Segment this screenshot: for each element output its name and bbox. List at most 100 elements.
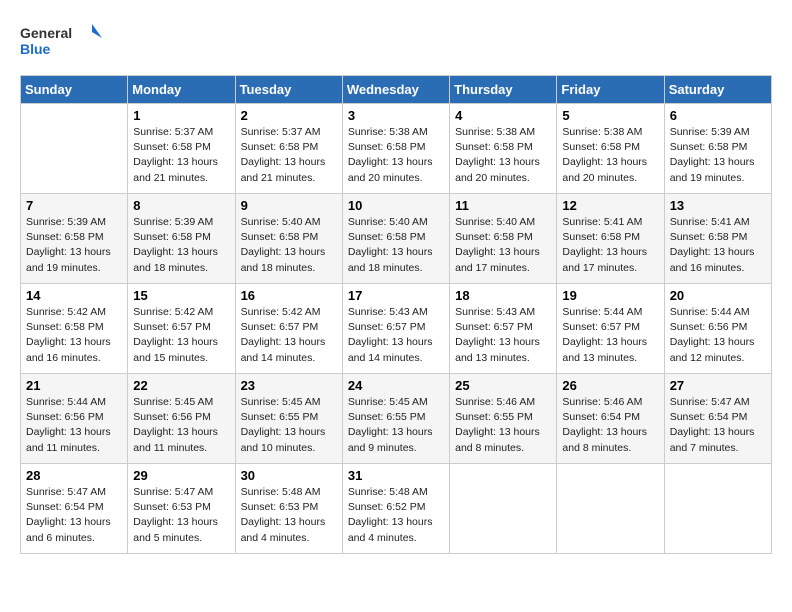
day-info: Sunrise: 5:42 AMSunset: 6:57 PMDaylight:… bbox=[133, 305, 229, 366]
calendar-cell bbox=[557, 464, 664, 554]
day-number: 27 bbox=[670, 378, 766, 393]
day-info: Sunrise: 5:40 AMSunset: 6:58 PMDaylight:… bbox=[348, 215, 444, 276]
calendar-cell: 27Sunrise: 5:47 AMSunset: 6:54 PMDayligh… bbox=[664, 374, 771, 464]
weekday-header: Monday bbox=[128, 76, 235, 104]
day-number: 8 bbox=[133, 198, 229, 213]
day-number: 23 bbox=[241, 378, 337, 393]
day-number: 22 bbox=[133, 378, 229, 393]
day-info: Sunrise: 5:41 AMSunset: 6:58 PMDaylight:… bbox=[670, 215, 766, 276]
day-number: 11 bbox=[455, 198, 551, 213]
calendar-cell: 17 Sunrise: 5:43 AMSunset: 6:57 PMDayligh… bbox=[342, 284, 449, 374]
day-number: 28 bbox=[26, 468, 122, 483]
calendar-cell bbox=[21, 104, 128, 194]
day-number: 13 bbox=[670, 198, 766, 213]
calendar-cell: 3 Sunrise: 5:38 AMSunset: 6:58 PMDaylight… bbox=[342, 104, 449, 194]
day-info: Sunrise: 5:44 AMSunset: 6:56 PMDaylight:… bbox=[670, 305, 766, 366]
day-info: Sunrise: 5:47 AMSunset: 6:54 PMDaylight:… bbox=[26, 485, 122, 546]
weekday-header: Tuesday bbox=[235, 76, 342, 104]
weekday-header: Wednesday bbox=[342, 76, 449, 104]
day-number: 26 bbox=[562, 378, 658, 393]
calendar-cell: 28 Sunrise: 5:47 AMSunset: 6:54 PMDayligh… bbox=[21, 464, 128, 554]
calendar-table: SundayMondayTuesdayWednesdayThursdayFrid… bbox=[20, 75, 772, 554]
day-info: Sunrise: 5:40 AMSunset: 6:58 PMDaylight:… bbox=[241, 215, 337, 276]
calendar-cell: 1 Sunrise: 5:37 AMSunset: 6:58 PMDaylight… bbox=[128, 104, 235, 194]
day-number: 17 bbox=[348, 288, 444, 303]
day-info: Sunrise: 5:43 AMSunset: 6:57 PMDaylight:… bbox=[348, 305, 444, 366]
day-number: 3 bbox=[348, 108, 444, 123]
calendar-cell: 24 Sunrise: 5:45 AMSunset: 6:55 PMDayligh… bbox=[342, 374, 449, 464]
day-number: 7 bbox=[26, 198, 122, 213]
day-info: Sunrise: 5:44 AMSunset: 6:56 PMDaylight:… bbox=[26, 395, 122, 456]
day-info: Sunrise: 5:48 AMSunset: 6:52 PMDaylight:… bbox=[348, 485, 444, 546]
logo-svg: GeneralBlue bbox=[20, 20, 110, 65]
calendar-cell bbox=[450, 464, 557, 554]
day-info: Sunrise: 5:48 AMSunset: 6:53 PMDaylight:… bbox=[241, 485, 337, 546]
day-info: Sunrise: 5:46 AMSunset: 6:54 PMDaylight:… bbox=[562, 395, 658, 456]
day-number: 15 bbox=[133, 288, 229, 303]
day-number: 21 bbox=[26, 378, 122, 393]
day-info: Sunrise: 5:46 AMSunset: 6:55 PMDaylight:… bbox=[455, 395, 551, 456]
calendar-cell: 7 Sunrise: 5:39 AMSunset: 6:58 PMDaylight… bbox=[21, 194, 128, 284]
calendar-cell: 22 Sunrise: 5:45 AMSunset: 6:56 PMDayligh… bbox=[128, 374, 235, 464]
day-number: 24 bbox=[348, 378, 444, 393]
calendar-cell: 14 Sunrise: 5:42 AMSunset: 6:58 PMDayligh… bbox=[21, 284, 128, 374]
day-number: 12 bbox=[562, 198, 658, 213]
day-info: Sunrise: 5:43 AMSunset: 6:57 PMDaylight:… bbox=[455, 305, 551, 366]
calendar-cell bbox=[664, 464, 771, 554]
day-info: Sunrise: 5:37 AMSunset: 6:58 PMDaylight:… bbox=[133, 125, 229, 186]
weekday-header: Thursday bbox=[450, 76, 557, 104]
day-info: Sunrise: 5:38 AMSunset: 6:58 PMDaylight:… bbox=[562, 125, 658, 186]
calendar-cell: 26 Sunrise: 5:46 AMSunset: 6:54 PMDayligh… bbox=[557, 374, 664, 464]
day-number: 10 bbox=[348, 198, 444, 213]
weekday-header: Friday bbox=[557, 76, 664, 104]
day-info: Sunrise: 5:42 AMSunset: 6:58 PMDaylight:… bbox=[26, 305, 122, 366]
weekday-header: Sunday bbox=[21, 76, 128, 104]
calendar-cell: 5Sunrise: 5:38 AMSunset: 6:58 PMDaylight… bbox=[557, 104, 664, 194]
day-info: Sunrise: 5:41 AMSunset: 6:58 PMDaylight:… bbox=[562, 215, 658, 276]
day-number: 30 bbox=[241, 468, 337, 483]
day-info: Sunrise: 5:45 AMSunset: 6:55 PMDaylight:… bbox=[241, 395, 337, 456]
calendar-cell: 20 Sunrise: 5:44 AMSunset: 6:56 PMDayligh… bbox=[664, 284, 771, 374]
day-number: 20 bbox=[670, 288, 766, 303]
day-info: Sunrise: 5:38 AMSunset: 6:58 PMDaylight:… bbox=[455, 125, 551, 186]
day-info: Sunrise: 5:39 AMSunset: 6:58 PMDaylight:… bbox=[133, 215, 229, 276]
day-number: 2 bbox=[241, 108, 337, 123]
day-number: 29 bbox=[133, 468, 229, 483]
day-info: Sunrise: 5:45 AMSunset: 6:56 PMDaylight:… bbox=[133, 395, 229, 456]
header: GeneralBlue bbox=[20, 20, 772, 65]
calendar-cell: 18 Sunrise: 5:43 AMSunset: 6:57 PMDayligh… bbox=[450, 284, 557, 374]
calendar-cell: 16Sunrise: 5:42 AMSunset: 6:57 PMDayligh… bbox=[235, 284, 342, 374]
svg-text:General: General bbox=[20, 25, 72, 41]
calendar-cell: 23 Sunrise: 5:45 AMSunset: 6:55 PMDayligh… bbox=[235, 374, 342, 464]
day-number: 31 bbox=[348, 468, 444, 483]
calendar-cell: 12 Sunrise: 5:41 AMSunset: 6:58 PMDayligh… bbox=[557, 194, 664, 284]
calendar-cell: 29 Sunrise: 5:47 AMSunset: 6:53 PMDayligh… bbox=[128, 464, 235, 554]
calendar-cell: 21 Sunrise: 5:44 AMSunset: 6:56 PMDayligh… bbox=[21, 374, 128, 464]
calendar-cell: 10 Sunrise: 5:40 AMSunset: 6:58 PMDayligh… bbox=[342, 194, 449, 284]
calendar-cell: 25 Sunrise: 5:46 AMSunset: 6:55 PMDayligh… bbox=[450, 374, 557, 464]
day-number: 14 bbox=[26, 288, 122, 303]
day-info: Sunrise: 5:37 AMSunset: 6:58 PMDaylight:… bbox=[241, 125, 337, 186]
day-info: Sunrise: 5:38 AMSunset: 6:58 PMDaylight:… bbox=[348, 125, 444, 186]
svg-text:Blue: Blue bbox=[20, 41, 51, 57]
calendar-cell: 31 Sunrise: 5:48 AMSunset: 6:52 PMDayligh… bbox=[342, 464, 449, 554]
logo: GeneralBlue bbox=[20, 20, 110, 65]
day-info: Sunrise: 5:45 AMSunset: 6:55 PMDaylight:… bbox=[348, 395, 444, 456]
calendar-cell: 2 Sunrise: 5:37 AMSunset: 6:58 PMDaylight… bbox=[235, 104, 342, 194]
day-number: 6 bbox=[670, 108, 766, 123]
weekday-header: Saturday bbox=[664, 76, 771, 104]
calendar-cell: 13 Sunrise: 5:41 AMSunset: 6:58 PMDayligh… bbox=[664, 194, 771, 284]
day-number: 1 bbox=[133, 108, 229, 123]
calendar-cell: 15 Sunrise: 5:42 AMSunset: 6:57 PMDayligh… bbox=[128, 284, 235, 374]
day-info: Sunrise: 5:39 AMSunset: 6:58 PMDaylight:… bbox=[26, 215, 122, 276]
calendar-cell: 30 Sunrise: 5:48 AMSunset: 6:53 PMDayligh… bbox=[235, 464, 342, 554]
calendar-cell: 8 Sunrise: 5:39 AMSunset: 6:58 PMDaylight… bbox=[128, 194, 235, 284]
calendar-cell: 4Sunrise: 5:38 AMSunset: 6:58 PMDaylight… bbox=[450, 104, 557, 194]
day-number: 18 bbox=[455, 288, 551, 303]
day-number: 25 bbox=[455, 378, 551, 393]
calendar-cell: 11 Sunrise: 5:40 AMSunset: 6:58 PMDayligh… bbox=[450, 194, 557, 284]
day-info: Sunrise: 5:40 AMSunset: 6:58 PMDaylight:… bbox=[455, 215, 551, 276]
calendar-cell: 6 Sunrise: 5:39 AMSunset: 6:58 PMDaylight… bbox=[664, 104, 771, 194]
day-info: Sunrise: 5:39 AMSunset: 6:58 PMDaylight:… bbox=[670, 125, 766, 186]
day-info: Sunrise: 5:47 AMSunset: 6:53 PMDaylight:… bbox=[133, 485, 229, 546]
